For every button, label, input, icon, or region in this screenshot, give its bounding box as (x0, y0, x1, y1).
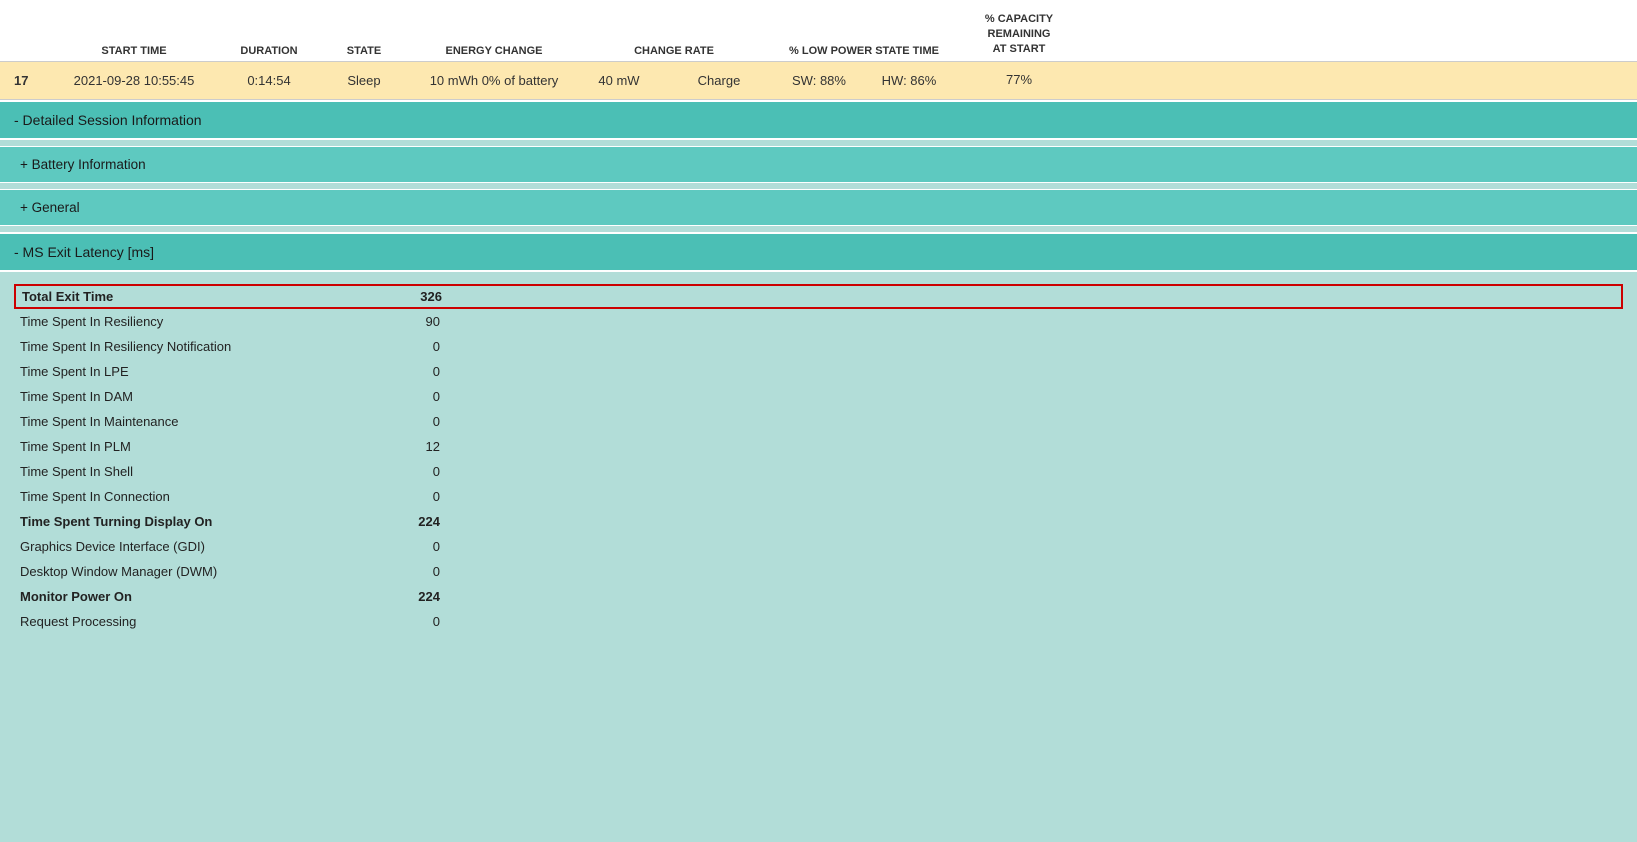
row-energy: 10 mWh 0% of battery (414, 73, 574, 88)
table-row: Graphics Device Interface (GDI)0 (20, 534, 1617, 559)
row-value: 0 (360, 614, 440, 629)
row-value: 0 (360, 414, 440, 429)
row-lps-hw: HW: 86% (864, 73, 954, 88)
table-row: Time Spent In PLM12 (20, 434, 1617, 459)
row-label: Desktop Window Manager (DWM) (20, 564, 360, 579)
row-state: Sleep (314, 73, 414, 88)
row-value: 0 (360, 389, 440, 404)
row-label: Total Exit Time (22, 289, 362, 304)
row-duration: 0:14:54 (224, 73, 314, 88)
col-header-energy: ENERGY CHANGE (414, 45, 574, 57)
row-label: Time Spent In Shell (20, 464, 360, 479)
table-row: Time Spent In Connection0 (20, 484, 1617, 509)
row-label: Time Spent In Maintenance (20, 414, 360, 429)
col-header-state: STATE (314, 45, 414, 57)
row-label: Time Spent Turning Display On (20, 514, 360, 529)
table-row: Desktop Window Manager (DWM)0 (20, 559, 1617, 584)
row-value: 326 (362, 289, 442, 304)
section-general[interactable]: + General (0, 189, 1637, 226)
table-row: Time Spent In Shell0 (20, 459, 1617, 484)
table-row: Time Spent In Maintenance0 (20, 409, 1617, 434)
col-header-lps: % LOW POWER STATE TIME (774, 45, 954, 57)
row-label: Time Spent In Resiliency Notification (20, 339, 360, 354)
table-header: START TIME DURATION STATE ENERGY CHANGE … (0, 0, 1637, 62)
row-label: Request Processing (20, 614, 360, 629)
row-value: 0 (360, 464, 440, 479)
row-label: Graphics Device Interface (GDI) (20, 539, 360, 554)
row-capacity: 77% (954, 72, 1084, 89)
section-battery-info[interactable]: + Battery Information (0, 146, 1637, 183)
row-rate-charge: Charge (664, 73, 774, 88)
section-ms-exit: - MS Exit Latency [ms] Total Exit Time32… (0, 232, 1637, 654)
table-row: Time Spent In DAM0 (20, 384, 1617, 409)
row-value: 0 (360, 364, 440, 379)
table-row: Time Spent In LPE0 (20, 359, 1617, 384)
row-value: 224 (360, 514, 440, 529)
section-ms-exit-header[interactable]: - MS Exit Latency [ms] (0, 232, 1637, 272)
col-header-start: START TIME (44, 45, 224, 57)
row-label: Time Spent In DAM (20, 389, 360, 404)
col-header-rate: CHANGE RATE (574, 45, 774, 57)
ms-exit-table: Total Exit Time326Time Spent In Resilien… (0, 272, 1637, 654)
section-detailed-session[interactable]: - Detailed Session Information (0, 100, 1637, 140)
row-value: 12 (360, 439, 440, 454)
row-label: Time Spent In PLM (20, 439, 360, 454)
row-lps-sw: SW: 88% (774, 73, 864, 88)
table-row: Time Spent In Resiliency90 (20, 309, 1617, 334)
row-value: 0 (360, 489, 440, 504)
row-start-time: 2021-09-28 10:55:45 (44, 73, 224, 88)
data-row-17: 17 2021-09-28 10:55:45 0:14:54 Sleep 10 … (0, 62, 1637, 100)
row-label: Time Spent In LPE (20, 364, 360, 379)
row-label: Time Spent In Resiliency (20, 314, 360, 329)
table-row: Time Spent Turning Display On224 (20, 509, 1617, 534)
table-row: Monitor Power On224 (20, 584, 1617, 609)
row-value: 0 (360, 539, 440, 554)
row-rate-mw: 40 mW (574, 73, 664, 88)
row-label: Monitor Power On (20, 589, 360, 604)
row-num: 17 (8, 73, 44, 88)
table-row: Total Exit Time326 (14, 284, 1623, 309)
row-value: 224 (360, 589, 440, 604)
col-header-duration: DURATION (224, 45, 314, 57)
table-row: Time Spent In Resiliency Notification0 (20, 334, 1617, 359)
table-row: Request Processing0 (20, 609, 1617, 634)
main-content: - Detailed Session Information + Battery… (0, 100, 1637, 654)
row-label: Time Spent In Connection (20, 489, 360, 504)
row-value: 0 (360, 564, 440, 579)
row-value: 90 (360, 314, 440, 329)
col-header-cap: % CAPACITYREMAININGAT START (954, 12, 1084, 57)
row-value: 0 (360, 339, 440, 354)
